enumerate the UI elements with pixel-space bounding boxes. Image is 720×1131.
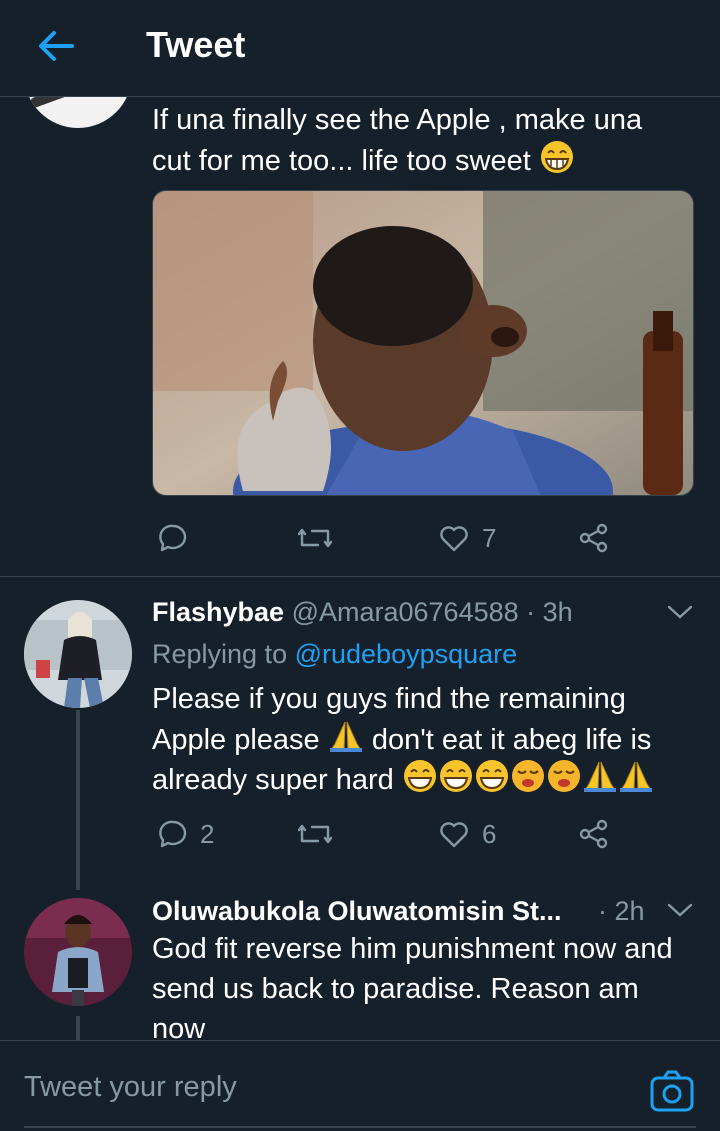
display-name[interactable]: Oluwabukola Oluwatomisin St...: [152, 896, 562, 926]
timestamp: · 2h: [598, 896, 645, 926]
user-handle[interactable]: @Amara06764588: [292, 597, 519, 627]
tweet-text-line: God fit reverse him punishment now and: [152, 933, 673, 965]
reply-header: Flashybae @Amara06764588 · 3h: [152, 594, 573, 630]
tweet-text: already super hard: [152, 759, 654, 804]
comment-icon: [159, 820, 187, 848]
crying-face-emoji-icon: [546, 759, 582, 804]
display-name[interactable]: Flashybae: [152, 597, 284, 627]
camera-icon[interactable]: [650, 1070, 694, 1112]
retweet-button[interactable]: [298, 518, 332, 558]
avatar[interactable]: [24, 600, 132, 708]
share-icon: [579, 523, 608, 553]
like-count: 6: [482, 818, 497, 849]
laughing-emoji-icon: [402, 759, 438, 804]
input-underline: [24, 1126, 696, 1128]
avatar[interactable]: [24, 898, 132, 1006]
share-button[interactable]: [578, 518, 610, 558]
reply-button[interactable]: 2: [158, 814, 214, 854]
share-icon: [579, 819, 608, 849]
reply-button[interactable]: [158, 518, 188, 558]
chevron-down-icon[interactable]: [666, 602, 694, 622]
heart-icon: [440, 526, 468, 552]
replying-to: Replying to @rudeboypsquare: [152, 636, 517, 672]
like-button[interactable]: 7: [438, 518, 496, 558]
divider: [0, 576, 720, 577]
crying-face-emoji-icon: [510, 759, 546, 804]
tweet-text-line: send us back to paradise. Reason am: [152, 973, 639, 1005]
praying-hands-emoji-icon: [618, 759, 654, 804]
tweet-text-line: If una finally see the Apple , make una: [152, 104, 643, 136]
heart-icon: [440, 822, 468, 848]
like-count: 7: [482, 522, 497, 553]
like-button[interactable]: 6: [438, 814, 496, 854]
tweet-actions: 2 6: [152, 814, 622, 854]
reply-composer: Tweet your reply: [0, 1040, 720, 1131]
tweet-text-line: Please if you guys find the remaining: [152, 683, 626, 715]
reply-header: Oluwabukola Oluwatomisin St...: [152, 893, 562, 929]
tweet-actions: 7: [152, 518, 622, 558]
tweet-text-line: already super hard: [152, 764, 394, 796]
tweet-text: cut for me too... life too sweet: [152, 140, 575, 185]
reply-input[interactable]: Tweet your reply: [24, 1071, 237, 1104]
tweet-text-line: cut for me too... life too sweet: [152, 145, 531, 177]
replying-prefix: Replying to: [152, 639, 288, 669]
praying-hands-emoji-icon: [328, 719, 364, 764]
laughing-emoji-icon: [474, 759, 510, 804]
replying-to-link[interactable]: @rudeboypsquare: [295, 639, 518, 669]
thread-line: [76, 1016, 80, 1040]
timestamp: · 3h: [526, 597, 573, 627]
laughing-emoji-icon: [438, 759, 474, 804]
laughing-emoji-icon: [539, 140, 575, 185]
retweet-button[interactable]: [298, 814, 332, 854]
comment-icon: [159, 524, 187, 552]
reply-count: 2: [200, 818, 215, 849]
share-button[interactable]: [578, 814, 610, 854]
back-arrow-icon[interactable]: [34, 26, 78, 66]
thread-line: [76, 710, 80, 890]
tweet-text-line: Apple please: [152, 724, 320, 756]
retweet-icon: [298, 824, 332, 844]
tweet-text-line: don't eat it abeg life is: [371, 724, 652, 756]
tweet-text: Apple please don't eat it abeg life is: [152, 719, 651, 764]
chevron-down-icon[interactable]: [666, 900, 694, 920]
retweet-icon: [298, 528, 332, 548]
praying-hands-emoji-icon: [582, 759, 618, 804]
top-bar: Tweet: [0, 0, 720, 97]
page-title: Tweet: [146, 24, 246, 65]
tweet-image[interactable]: [152, 190, 694, 496]
timestamp-wrap: · 2h: [598, 893, 645, 929]
